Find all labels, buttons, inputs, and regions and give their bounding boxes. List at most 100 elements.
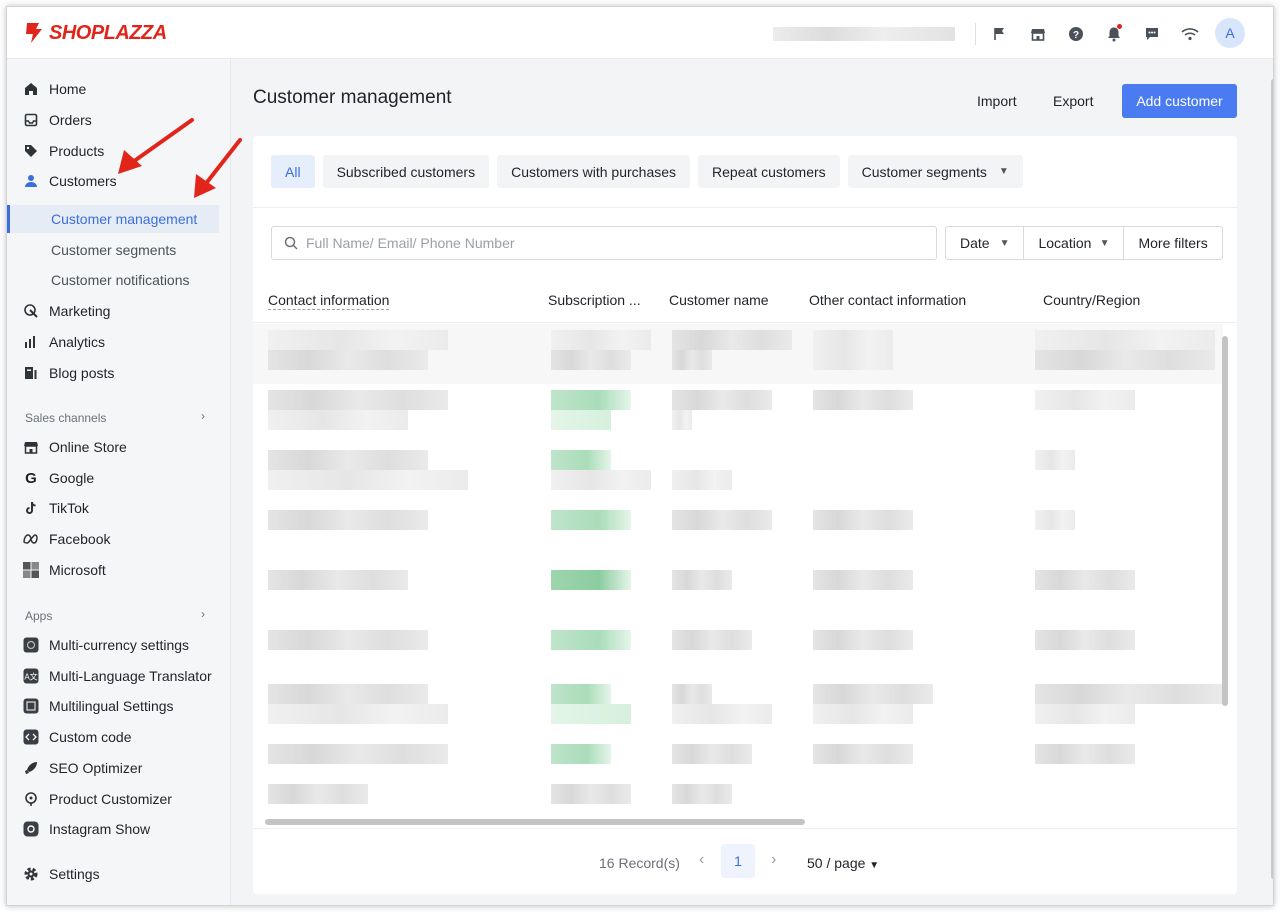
- blurred-cell: [672, 350, 712, 370]
- sidebar-item-facebook[interactable]: Facebook: [7, 525, 219, 553]
- pagination: 16 Record(s) ‹ 1 › 50 / page ▼: [253, 828, 1237, 894]
- sidebar-item-multi-currency[interactable]: Multi-currency settings: [7, 631, 219, 659]
- table-row[interactable]: [253, 744, 1223, 804]
- language-icon: [23, 698, 39, 714]
- blurred-cell: [268, 704, 448, 724]
- sidebar-item-blog-posts[interactable]: Blog posts: [7, 359, 219, 387]
- logo-mark-icon: [26, 23, 42, 43]
- search-box[interactable]: [271, 226, 937, 260]
- sidebar-item-marketing[interactable]: Marketing: [7, 297, 219, 325]
- customer-tabs: All Subscribed customers Customers with …: [271, 155, 1023, 188]
- sidebar-item-custom-code[interactable]: Custom code: [7, 723, 219, 751]
- sidebar-sub-customer-segments[interactable]: Customer segments: [7, 236, 219, 264]
- import-button[interactable]: Import: [977, 84, 1017, 118]
- next-page-icon[interactable]: ›: [771, 851, 776, 869]
- chevron-right-icon[interactable]: ›: [201, 607, 205, 621]
- chevron-right-icon[interactable]: ›: [201, 409, 205, 423]
- sidebar-item-microsoft[interactable]: Microsoft: [7, 556, 219, 584]
- sidebar-item-label: Multi-currency settings: [49, 637, 190, 653]
- blurred-cell: [672, 684, 712, 704]
- date-filter[interactable]: Date ▼: [946, 227, 1025, 259]
- column-customer-name[interactable]: Customer name: [669, 292, 769, 308]
- sidebar-item-label: Customers: [49, 173, 117, 189]
- tab-repeat-customers[interactable]: Repeat customers: [698, 155, 840, 188]
- more-filters-button[interactable]: More filters: [1124, 227, 1221, 259]
- page-scrollbar[interactable]: [1269, 65, 1273, 905]
- blurred-cell: [813, 350, 893, 370]
- flag-icon[interactable]: [987, 21, 1013, 47]
- user-avatar[interactable]: A: [1215, 18, 1245, 48]
- sidebar-item-label: Multi-Language Translator: [49, 668, 212, 684]
- export-button[interactable]: Export: [1053, 84, 1093, 118]
- sidebar-item-seo-optimizer[interactable]: SEO Optimizer: [7, 754, 219, 782]
- bell-icon[interactable]: [1101, 21, 1127, 47]
- blurred-cell: [1035, 390, 1135, 410]
- table-row[interactable]: [253, 504, 1223, 564]
- sidebar-item-tiktok[interactable]: TikTok: [7, 494, 219, 522]
- sidebar-item-analytics[interactable]: Analytics: [7, 328, 219, 356]
- table-row[interactable]: [253, 684, 1223, 744]
- tab-customers-with-purchases[interactable]: Customers with purchases: [497, 155, 691, 188]
- tab-label: Repeat customers: [712, 163, 826, 180]
- sidebar-item-orders[interactable]: Orders: [7, 106, 219, 134]
- store-icon[interactable]: [1025, 21, 1051, 47]
- sidebar-item-settings[interactable]: Settings: [7, 860, 219, 888]
- sidebar-item-product-customizer[interactable]: Product Customizer: [7, 785, 219, 813]
- tab-customer-segments[interactable]: Customer segments ▼: [847, 155, 1023, 188]
- sidebar-sub-customer-notifications[interactable]: Customer notifications: [7, 266, 219, 294]
- brand-name: SHOPLAZZA: [49, 21, 167, 44]
- blurred-cell: [268, 630, 428, 650]
- prev-page-icon[interactable]: ‹: [699, 851, 704, 869]
- table-row[interactable]: [253, 624, 1223, 684]
- sidebar-item-google[interactable]: G Google: [7, 464, 219, 492]
- sidebar-item-online-store[interactable]: Online Store: [7, 433, 219, 461]
- location-filter[interactable]: Location ▼: [1024, 227, 1125, 259]
- sidebar-sub-label: Customer segments: [51, 242, 177, 258]
- tab-all[interactable]: All: [271, 155, 315, 188]
- tab-label: All: [285, 163, 301, 180]
- blurred-cell: [813, 570, 913, 590]
- vertical-scrollbar[interactable]: [1221, 326, 1229, 812]
- table-row[interactable]: [253, 444, 1223, 504]
- search-input[interactable]: [306, 235, 906, 251]
- sidebar-item-customers[interactable]: Customers: [7, 167, 219, 195]
- column-country-region[interactable]: Country/Region: [1043, 292, 1140, 308]
- tab-label: Customer segments: [861, 163, 987, 180]
- header-icons: ?: [987, 21, 1203, 47]
- google-icon: G: [25, 469, 37, 487]
- sidebar-item-home[interactable]: Home: [7, 75, 219, 103]
- chat-icon[interactable]: [1139, 21, 1165, 47]
- section-label-apps: Apps: [25, 609, 53, 623]
- sidebar-sub-customer-management[interactable]: Customer management: [7, 205, 219, 233]
- top-bar: SHOPLAZZA ? A: [7, 7, 1273, 59]
- wifi-icon[interactable]: [1177, 21, 1203, 47]
- column-subscription[interactable]: Subscription ...: [548, 292, 641, 308]
- scrollbar-thumb[interactable]: [1271, 79, 1273, 879]
- sidebar-item-label: Facebook: [49, 531, 111, 547]
- sidebar-item-label: Multilingual Settings: [49, 698, 174, 714]
- sidebar-item-products[interactable]: Products: [7, 137, 219, 165]
- store-name-blurred[interactable]: [773, 27, 955, 41]
- shoplazza-logo[interactable]: SHOPLAZZA: [23, 21, 167, 45]
- page-number-current[interactable]: 1: [721, 844, 755, 878]
- sidebar-item-instagram-show[interactable]: Instagram Show: [7, 815, 219, 843]
- table-row[interactable]: [253, 564, 1223, 624]
- sidebar-item-multi-language-translator[interactable]: A文 Multi-Language Translator: [7, 662, 219, 690]
- column-contact-information[interactable]: Contact information: [268, 292, 390, 310]
- caret-down-icon: ▼: [999, 237, 1010, 249]
- store-icon: [23, 439, 39, 455]
- page-size-select[interactable]: 50 / page ▼: [807, 855, 879, 871]
- gear-icon: [23, 866, 39, 882]
- table-row[interactable]: [253, 384, 1223, 444]
- tab-subscribed-customers[interactable]: Subscribed customers: [322, 155, 490, 188]
- add-customer-button[interactable]: Add customer: [1122, 84, 1237, 118]
- blurred-cell: [1035, 450, 1075, 470]
- column-other-contact[interactable]: Other contact information: [809, 292, 966, 308]
- horizontal-scrollbar[interactable]: [255, 818, 1221, 826]
- help-icon[interactable]: ?: [1063, 21, 1089, 47]
- blurred-cell: [268, 410, 408, 430]
- table-row[interactable]: [253, 324, 1223, 384]
- sidebar-item-multilingual-settings[interactable]: Multilingual Settings: [7, 692, 219, 720]
- scrollbar-thumb[interactable]: [1222, 336, 1228, 706]
- scrollbar-thumb[interactable]: [265, 819, 805, 825]
